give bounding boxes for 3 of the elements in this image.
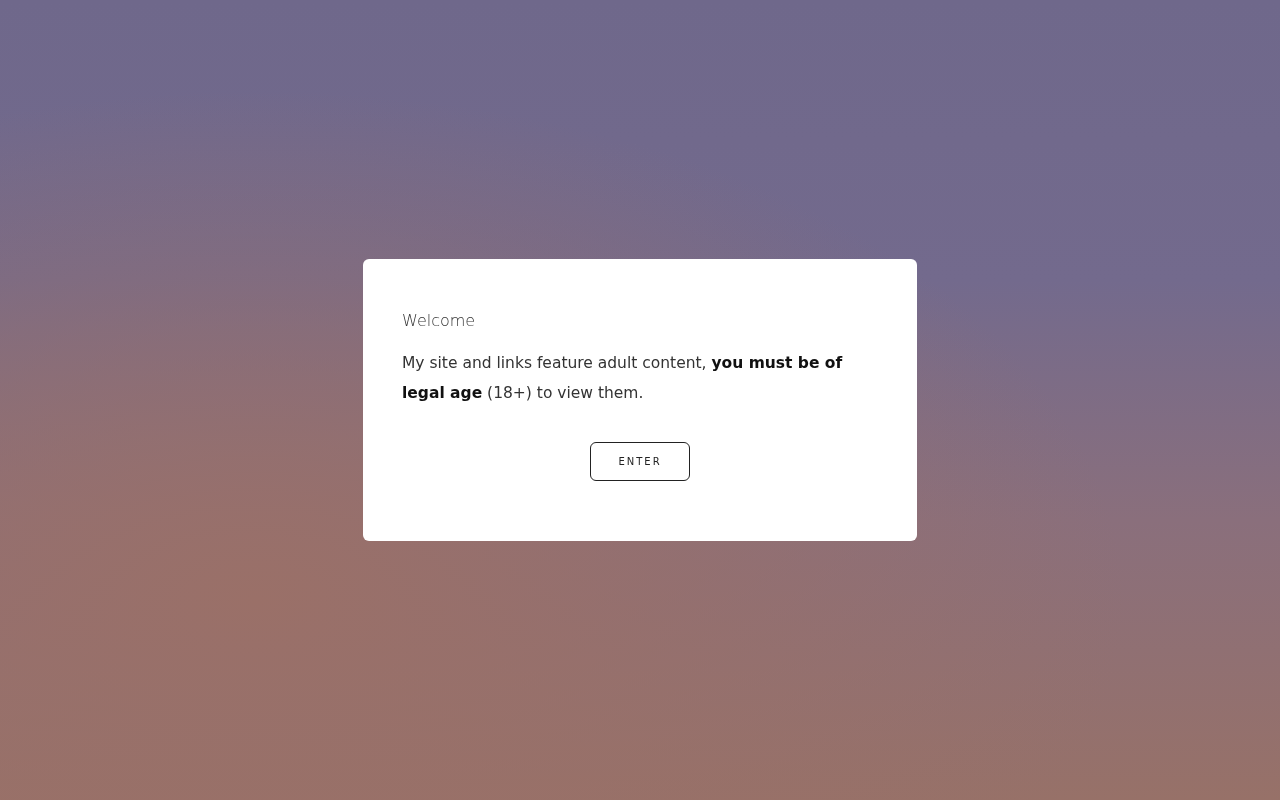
dialog-message: My site and links feature adult content, you must be of legal age (18+) to view them. [402, 353, 844, 404]
enter-button[interactable]: ENTER [590, 442, 690, 481]
dialog-title: Welcome [402, 311, 477, 330]
